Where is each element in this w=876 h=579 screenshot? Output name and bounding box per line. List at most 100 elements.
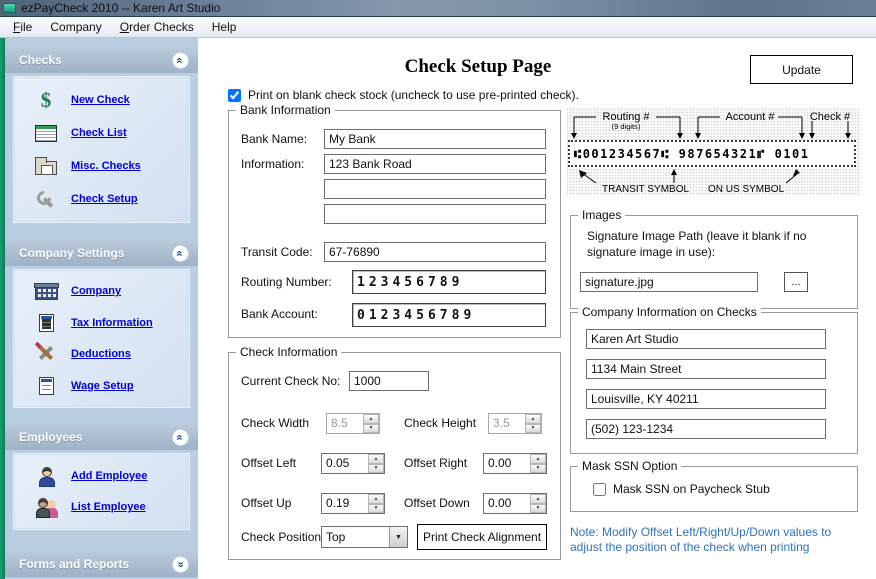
- offset-note: Note: Modify Offset Left/Right/Up/Down v…: [570, 525, 854, 555]
- information-label: Information:: [241, 157, 304, 171]
- spinner-down-icon[interactable]: ▼: [368, 464, 384, 474]
- offset-left-stepper[interactable]: 0.05 ▲▼: [321, 453, 385, 474]
- browse-button[interactable]: ...: [784, 272, 808, 292]
- transit-code-input[interactable]: [324, 242, 546, 262]
- company-city-input[interactable]: [586, 389, 826, 409]
- current-check-no-label: Current Check No:: [241, 374, 340, 388]
- check-position-dropdown[interactable]: Top ▼: [321, 526, 408, 548]
- section-label: Company Settings: [19, 246, 124, 260]
- transit-symbol-label: TRANSIT SYMBOL: [602, 184, 689, 195]
- bank-information-input-3[interactable]: [324, 204, 546, 224]
- print-check-alignment-button[interactable]: Print Check Alignment: [417, 524, 547, 550]
- section-label: Employees: [19, 430, 82, 444]
- dollar-icon: $: [34, 90, 58, 110]
- section-label: Checks: [19, 53, 62, 67]
- expand-chevron-icon[interactable]: »: [172, 556, 189, 573]
- bank-information-input-1[interactable]: [324, 154, 546, 174]
- sidebar-item-new-check[interactable]: $ New Check: [14, 90, 189, 110]
- bank-information-input-2[interactable]: [324, 179, 546, 199]
- blank-stock-checkbox[interactable]: [228, 89, 241, 102]
- collapse-chevron-icon[interactable]: »: [172, 245, 189, 262]
- spinner-down-icon[interactable]: ▼: [368, 504, 384, 514]
- check-position-label: Check Position: [241, 530, 321, 544]
- offset-right-stepper[interactable]: 0.00 ▲▼: [483, 453, 547, 474]
- collapse-chevron-icon[interactable]: »: [172, 52, 189, 69]
- sidebar-item-misc-checks[interactable]: Misc. Checks: [14, 156, 189, 176]
- sidebar-item-label: Deductions: [71, 348, 131, 360]
- onus-symbol-label: ON US SYMBOL: [708, 184, 785, 195]
- sidebar-item-label: Add Employee: [71, 470, 147, 482]
- spinner-down-icon[interactable]: ▼: [530, 464, 546, 474]
- check-height-stepper: 3.5 ▲▼: [488, 413, 542, 434]
- spinner-up-icon[interactable]: ▲: [368, 494, 384, 504]
- menu-help[interactable]: Help: [203, 18, 246, 36]
- section-header-checks[interactable]: Checks »: [5, 47, 198, 73]
- sidebar-item-label: Check List: [71, 127, 127, 139]
- menu-order-checks[interactable]: Order Checks: [111, 18, 203, 36]
- person-icon: [34, 466, 58, 486]
- update-button[interactable]: Update: [750, 55, 853, 84]
- sidebar-item-deductions[interactable]: Deductions: [14, 344, 189, 364]
- check-information-legend: Check Information: [236, 345, 341, 359]
- menu-company[interactable]: Company: [41, 18, 110, 36]
- offset-down-stepper[interactable]: 0.00 ▲▼: [483, 493, 547, 514]
- micr-brackets-diagram: Routing # (9 digits) Account # Check #: [566, 108, 858, 140]
- bank-information-group: Bank Information Bank Name: Information:…: [228, 110, 561, 338]
- blank-stock-label: Print on blank check stock (uncheck to u…: [248, 88, 579, 102]
- spinner-down-icon: ▼: [525, 424, 541, 434]
- company-phone-input[interactable]: [586, 419, 826, 439]
- page-title: Check Setup Page: [198, 56, 758, 78]
- spinner-up-icon[interactable]: ▲: [530, 454, 546, 464]
- section-panel-company-settings: Company Tax Information Deductions Wage …: [13, 269, 190, 408]
- company-information-legend: Company Information on Checks: [578, 305, 761, 319]
- section-panel-employees: Add Employee List Employee: [13, 453, 190, 530]
- spinner-down-icon: ▼: [363, 424, 379, 434]
- images-group: Images Signature Image Path (leave it bl…: [570, 215, 858, 309]
- company-street-input[interactable]: [586, 359, 826, 379]
- spinner-up-icon[interactable]: ▲: [530, 494, 546, 504]
- spinner-down-icon[interactable]: ▼: [530, 504, 546, 514]
- section-header-employees[interactable]: Employees »: [5, 424, 198, 450]
- mask-ssn-legend: Mask SSN Option: [578, 459, 681, 473]
- app-icon: [3, 3, 16, 13]
- bank-name-input[interactable]: [324, 129, 546, 149]
- sidebar-item-tax-information[interactable]: Tax Information: [14, 313, 189, 333]
- collapse-chevron-icon[interactable]: »: [172, 429, 189, 446]
- sidebar-item-wage-setup[interactable]: Wage Setup: [14, 376, 189, 396]
- sidebar-item-label: Tax Information: [71, 317, 153, 329]
- people-icon: [34, 497, 58, 517]
- sidebar-item-company[interactable]: Company: [14, 281, 189, 301]
- menu-bar: File Company Order Checks Help: [0, 17, 876, 38]
- offset-down-label: Offset Down: [404, 496, 470, 510]
- section-panel-checks: $ New Check Check List Misc. Checks Chec…: [13, 76, 190, 223]
- mask-ssn-checkbox[interactable]: [593, 483, 606, 496]
- account-label: Account #: [726, 111, 776, 123]
- check-width-stepper: 8.5 ▲▼: [326, 413, 380, 434]
- sidebar-item-list-employee[interactable]: List Employee: [14, 497, 189, 517]
- routing-number-input[interactable]: [352, 270, 546, 294]
- mask-ssn-label: Mask SSN on Paycheck Stub: [613, 482, 770, 496]
- bank-account-label: Bank Account:: [241, 307, 318, 321]
- section-header-forms-and-reports[interactable]: Forms and Reports »: [5, 551, 198, 577]
- company-name-input[interactable]: [586, 329, 826, 349]
- sidebar: Checks » $ New Check Check List Misc. Ch…: [5, 38, 198, 579]
- sidebar-item-check-list[interactable]: Check List: [14, 123, 189, 143]
- bank-account-input[interactable]: [352, 303, 546, 327]
- offset-up-label: Offset Up: [241, 496, 291, 510]
- current-check-no-input[interactable]: [349, 371, 429, 391]
- sidebar-item-check-setup[interactable]: Check Setup: [14, 189, 189, 209]
- folder-icon: [34, 156, 58, 176]
- spinner-up-icon[interactable]: ▲: [368, 454, 384, 464]
- offset-up-stepper[interactable]: 0.19 ▲▼: [321, 493, 385, 514]
- check-information-group: Check Information Current Check No: Chec…: [228, 352, 561, 560]
- sidebar-item-label: Check Setup: [71, 193, 138, 205]
- section-header-company-settings[interactable]: Company Settings »: [5, 240, 198, 266]
- sidebar-item-label: List Employee: [71, 501, 146, 513]
- signature-path-input[interactable]: [580, 272, 758, 292]
- menu-file[interactable]: File: [4, 18, 41, 36]
- sidebar-item-label: Company: [71, 285, 121, 297]
- dropdown-arrow-icon[interactable]: ▼: [389, 527, 407, 547]
- micr-line: ⑆001234567⑆ 987654321⑈ 0101: [568, 140, 856, 167]
- sidebar-item-add-employee[interactable]: Add Employee: [14, 466, 189, 486]
- tax-document-icon: [34, 313, 58, 333]
